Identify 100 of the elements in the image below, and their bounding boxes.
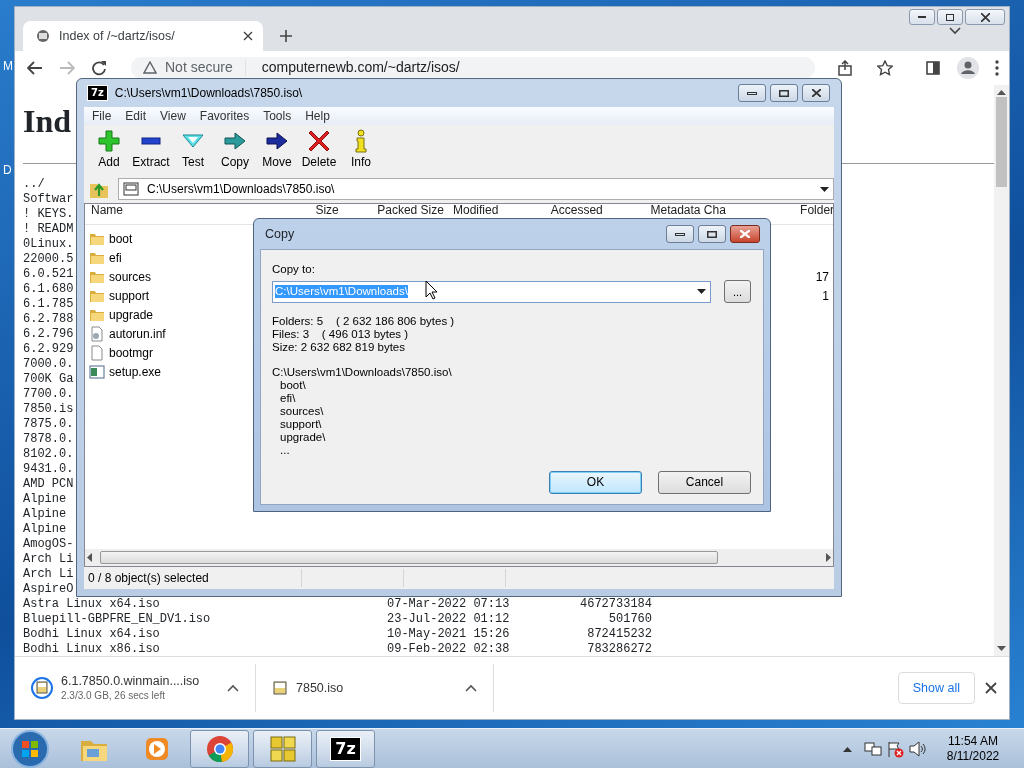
menu-item[interactable]: Tools (263, 107, 292, 125)
file-link[interactable]: AspireO (23, 581, 74, 596)
menu-item[interactable]: Help (305, 107, 330, 125)
file-link[interactable]: AMD PCN (23, 476, 74, 491)
close-button[interactable] (802, 84, 830, 102)
toolbar-button[interactable]: Move (256, 129, 298, 171)
download-name[interactable]: 6.1.7850.0.winmain....iso (61, 673, 219, 690)
network-icon[interactable] (864, 739, 882, 758)
chevron-down-icon[interactable] (949, 26, 961, 35)
close-icon[interactable] (243, 30, 253, 41)
clock-time[interactable]: 11:54 AM (938, 733, 1008, 749)
profile-icon[interactable] (957, 56, 979, 79)
file-link[interactable]: 7878.0. (23, 431, 74, 446)
file-name[interactable]: support (109, 286, 150, 305)
address-bar[interactable]: Not secure computernewb.com/~dartz/isos/ (131, 56, 815, 79)
column-header[interactable]: Modified (447, 204, 545, 217)
minimize-button[interactable] (909, 9, 935, 25)
minimize-button[interactable] (738, 84, 766, 102)
sidebar-icon[interactable] (925, 59, 941, 76)
file-link[interactable]: ! READM (23, 221, 74, 236)
browser-tab[interactable]: Index of /~dartz/isos/ (23, 20, 263, 51)
file-link[interactable]: 6.2.788 (23, 311, 74, 326)
toolbar-button[interactable]: Test (172, 129, 214, 171)
dialog-button[interactable]: OK (549, 471, 642, 494)
file-link[interactable]: Bodhi Linux x86.iso (23, 641, 160, 656)
menu-item[interactable]: View (160, 107, 186, 125)
file-link[interactable]: 700K Ga (23, 371, 74, 386)
file-link[interactable]: 6.1.785 (23, 296, 74, 311)
file-link[interactable]: 7850.is (23, 401, 74, 416)
show-all-button[interactable]: Show all (897, 671, 975, 705)
file-link[interactable]: ../ (23, 176, 45, 191)
file-link[interactable]: 7000.0. (23, 356, 74, 371)
maximize-button[interactable] (937, 9, 963, 25)
chevron-up-icon[interactable] (227, 684, 239, 693)
taskbar-button[interactable] (253, 729, 312, 768)
scroll-right-icon[interactable] (826, 553, 831, 562)
chevron-up-icon[interactable] (843, 745, 852, 752)
scrollbar-thumb[interactable] (996, 96, 1007, 187)
star-icon[interactable] (877, 59, 893, 76)
flag-icon[interactable] (886, 739, 904, 758)
scroll-left-icon[interactable] (87, 553, 92, 562)
file-name[interactable]: bootmgr (109, 343, 154, 362)
file-link[interactable]: Arch Li (23, 566, 74, 581)
file-link[interactable]: Softwar (23, 191, 74, 206)
download-name[interactable]: 7850.iso (296, 680, 457, 697)
speaker-icon[interactable] (908, 739, 926, 758)
file-link[interactable]: 22000.5 (23, 251, 74, 266)
column-header[interactable]: Accessed (544, 204, 645, 217)
toolbar-button[interactable]: Copy (214, 129, 256, 171)
maximize-button[interactable] (770, 84, 798, 102)
file-link[interactable]: Bodhi Linux x64.iso (23, 626, 160, 641)
file-link[interactable]: 6.0.521 (23, 266, 74, 281)
file-link[interactable]: 7700.0. (23, 386, 74, 401)
column-header[interactable]: Metadata Cha (644, 204, 795, 217)
back-icon[interactable] (27, 60, 43, 75)
menu-item[interactable]: Edit (125, 107, 147, 125)
path-field[interactable]: C:\Users\vm1\Downloads\7850.iso\ (118, 178, 834, 200)
file-name[interactable]: efi (109, 248, 122, 267)
file-link[interactable]: 8102.0. (23, 446, 74, 461)
close-button[interactable] (965, 9, 1005, 25)
start-button[interactable] (8, 728, 52, 768)
column-header[interactable]: Size (309, 204, 372, 217)
file-link[interactable]: Alpine (23, 491, 67, 506)
file-link[interactable]: 6.2.929 (23, 341, 74, 356)
reload-icon[interactable] (91, 59, 107, 76)
file-link[interactable]: 6.1.680 (23, 281, 74, 296)
chevron-up-icon[interactable] (465, 684, 477, 693)
file-name[interactable]: autorun.inf (109, 324, 166, 343)
column-header[interactable]: Name (85, 204, 310, 217)
browse-button[interactable]: ... (724, 280, 751, 303)
taskbar-button[interactable] (190, 729, 249, 768)
file-name[interactable]: boot (109, 229, 133, 248)
file-link[interactable]: Alpine (23, 521, 67, 536)
file-name[interactable]: setup.exe (109, 362, 162, 381)
file-link[interactable]: AmogOS- (23, 536, 74, 551)
toolbar-button[interactable]: Add (88, 129, 130, 171)
file-link[interactable]: 7875.0. (23, 416, 74, 431)
maximize-button[interactable] (698, 225, 726, 243)
toolbar-button[interactable]: Extract (130, 129, 172, 171)
scroll-down-icon[interactable] (997, 646, 1007, 653)
file-link[interactable]: 6.2.796 (23, 326, 74, 341)
plus-icon[interactable] (279, 28, 293, 43)
column-header[interactable]: Folder (794, 204, 833, 217)
file-link[interactable]: 9431.0. (23, 461, 74, 476)
clock-date[interactable]: 8/11/2022 (938, 748, 1008, 764)
column-header[interactable]: Packed Size (371, 204, 447, 217)
file-link[interactable]: Arch Li (23, 551, 74, 566)
menu-item[interactable]: File (92, 107, 112, 125)
close-button[interactable] (730, 225, 760, 243)
file-link[interactable]: Bluepill-GBPFRE_EN_DV1.iso (23, 611, 211, 626)
taskbar-button[interactable]: 7z (316, 729, 375, 768)
menu-item[interactable]: Favorites (199, 107, 250, 125)
menu-icon[interactable] (995, 59, 999, 76)
file-link[interactable]: 0Linux. (23, 236, 74, 251)
scrollbar-thumb[interactable] (100, 551, 718, 564)
file-name[interactable]: upgrade (109, 305, 154, 324)
toolbar-button[interactable]: Delete (298, 129, 340, 171)
toolbar-button[interactable]: Info (340, 129, 382, 171)
file-link[interactable]: Alpine (23, 506, 67, 521)
file-link[interactable]: Astra Linux x64.iso (23, 596, 160, 611)
